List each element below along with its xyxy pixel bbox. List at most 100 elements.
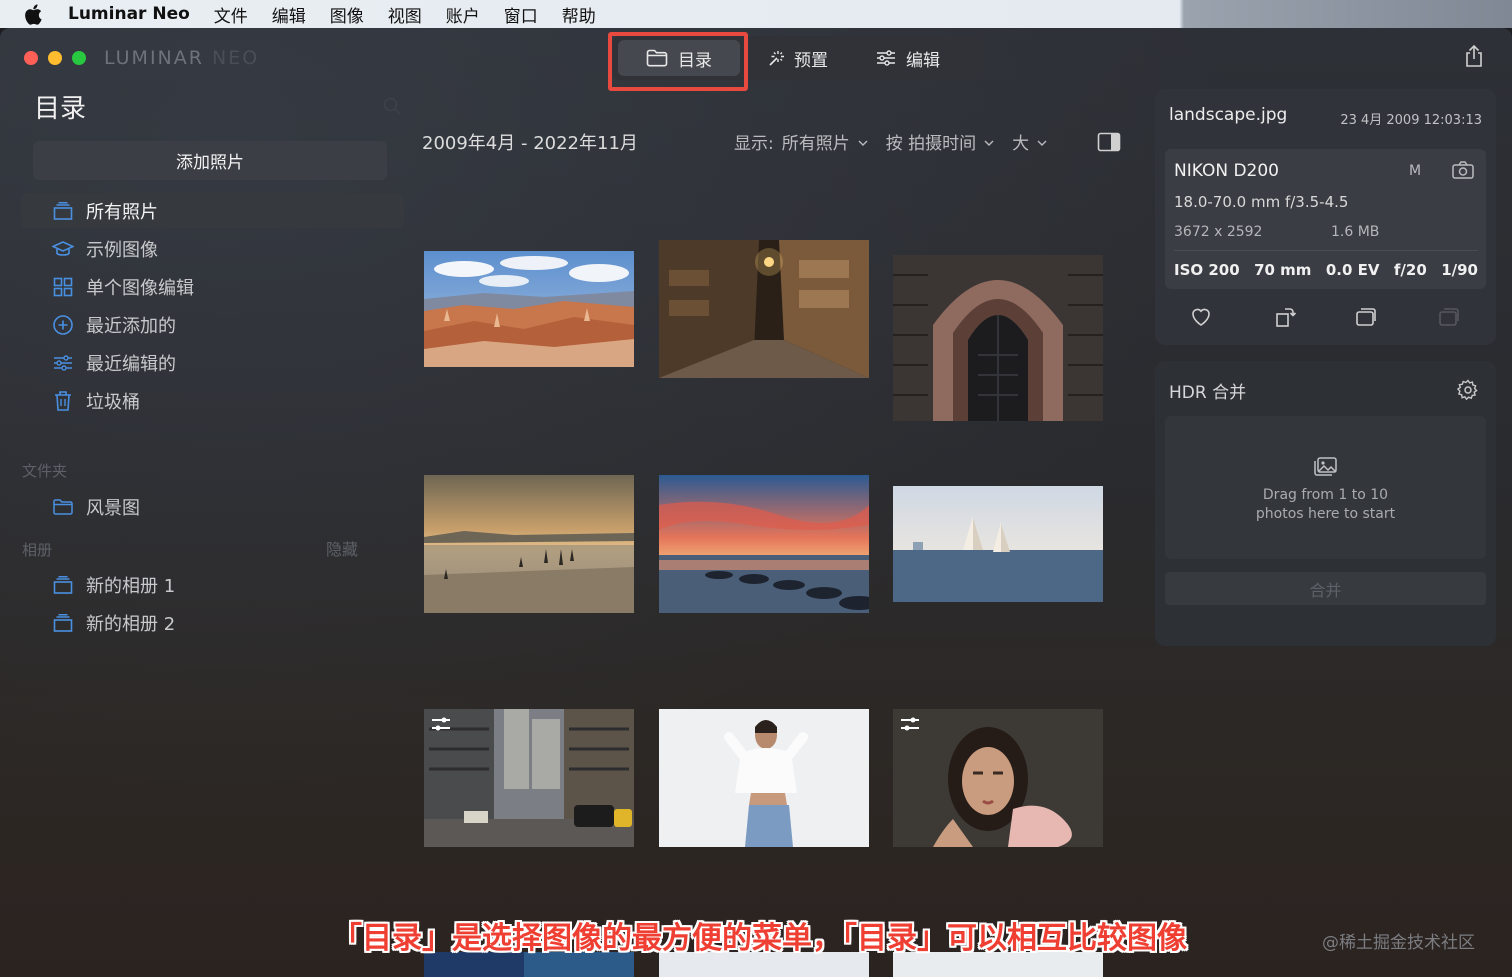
thumb-size-value: 大 xyxy=(1012,134,1030,154)
sort-value: 按 拍摄时间 xyxy=(885,134,977,154)
graduation-cap-icon xyxy=(52,238,74,260)
sidebar-album-1[interactable]: 新的相册 1 xyxy=(21,567,404,602)
folder-icon xyxy=(52,496,74,518)
tab-edit[interactable]: 编辑 xyxy=(858,40,958,76)
shutter-value: 1/90 xyxy=(1441,261,1478,279)
exposure-comp-value: 0.0 EV xyxy=(1325,261,1380,279)
exif-box: NIKON D200 M 18.0-70.0 mm f/3.5-4.5 3672… xyxy=(1165,149,1486,289)
iso-value: ISO 200 xyxy=(1174,261,1240,279)
thumbnail-sailboats[interactable] xyxy=(893,486,1103,602)
stack-icon xyxy=(52,200,74,222)
menu-file[interactable]: 文件 xyxy=(214,2,248,27)
folder-icon xyxy=(646,49,668,67)
file-datetime: 23 4月 2009 12:03:13 xyxy=(1340,113,1482,128)
file-name: landscape.jpg xyxy=(1169,105,1288,125)
sidebar-item-samples[interactable]: 示例图像 xyxy=(21,231,404,266)
sidebar-item-label: 最近编辑的 xyxy=(86,353,176,375)
thumbnail-landscape-canyon[interactable] xyxy=(424,251,634,367)
paste-icon[interactable] xyxy=(1437,305,1461,329)
thumbnail-portrait-woman-white[interactable] xyxy=(659,709,869,847)
apple-icon[interactable] xyxy=(24,2,48,26)
show-filter-dropdown[interactable]: 显示: 所有照片 xyxy=(734,129,868,154)
sidebar-folder-landscape[interactable]: 风景图 xyxy=(21,489,404,524)
thumbnail-city-street[interactable] xyxy=(424,709,634,847)
sidebar-item-label: 所有照片 xyxy=(86,201,158,223)
hdr-merge-panel: HDR 合并 Drag from 1 to 10 photos here to … xyxy=(1155,361,1496,646)
exposure-mode: M xyxy=(1409,163,1422,179)
zoom-window-button[interactable] xyxy=(72,51,86,65)
thumbnail-portrait-woman-dark[interactable] xyxy=(893,709,1103,847)
sidebar-album-2[interactable]: 新的相册 2 xyxy=(21,605,404,640)
sidebar-item-all-photos[interactable]: 所有照片 xyxy=(21,193,404,228)
copy-icon[interactable] xyxy=(1354,305,1378,329)
drop-hint-line-1: Drag from 1 to 10 xyxy=(1262,487,1389,503)
window-controls xyxy=(24,51,86,65)
sidebar-item-label: 示例图像 xyxy=(86,239,158,261)
sliders-icon xyxy=(52,352,74,374)
watermark: @稀土掘金技术社区 xyxy=(1322,933,1475,953)
gear-icon[interactable] xyxy=(1456,379,1479,401)
menu-account[interactable]: 账户 xyxy=(446,2,480,27)
heart-icon[interactable] xyxy=(1189,305,1213,329)
share-icon[interactable] xyxy=(1462,44,1486,68)
hdr-drop-zone[interactable]: Drag from 1 to 10 photos here to start xyxy=(1165,416,1486,559)
thumbnail-beach-sunset[interactable] xyxy=(424,475,634,613)
albums-hide-link[interactable]: 隐藏 xyxy=(326,536,358,560)
thumbnail-gothic-door[interactable] xyxy=(893,255,1103,421)
show-filter-label: 显示: xyxy=(734,134,774,154)
close-window-button[interactable] xyxy=(24,51,38,65)
exif-divider xyxy=(1174,250,1478,251)
menu-image[interactable]: 图像 xyxy=(330,2,364,27)
menu-window[interactable]: 窗口 xyxy=(504,2,538,27)
chevron-down-icon xyxy=(858,132,868,152)
menu-bar: Luminar Neo 文件 编辑 图像 视图 账户 窗口 帮助 xyxy=(0,0,1512,28)
thumb-size-dropdown[interactable]: 大 xyxy=(1012,129,1047,154)
lens-info: 18.0-70.0 mm f/3.5-4.5 xyxy=(1174,193,1349,211)
menu-help[interactable]: 帮助 xyxy=(562,2,596,27)
search-icon[interactable] xyxy=(382,96,402,116)
image-resolution: 3672 x 2592 xyxy=(1174,224,1263,240)
grid-icon xyxy=(52,276,74,298)
sidebar-item-label: 新的相册 1 xyxy=(86,575,176,597)
tutorial-caption: 「目录」是选择图像的最方便的菜单，「目录」可以相互比较图像 xyxy=(332,921,1187,956)
sidebar-item-single-edits[interactable]: 单个图像编辑 xyxy=(21,269,404,304)
tab-presets[interactable]: 预置 xyxy=(748,40,846,76)
focal-length-value: 70 mm xyxy=(1254,261,1312,279)
minimize-window-button[interactable] xyxy=(48,51,62,65)
app-window: LUMINAR NEO 目录 预置 编辑 目录 添加照片 所有照片 示例图像 单… xyxy=(0,28,1512,977)
albums-section-label: 相册 xyxy=(22,541,53,559)
tab-catalog-label: 目录 xyxy=(678,50,712,71)
menu-edit[interactable]: 编辑 xyxy=(272,2,306,27)
sort-dropdown[interactable]: 按 拍摄时间 xyxy=(886,129,994,154)
drop-hint-line-2: photos here to start xyxy=(1255,506,1396,522)
sidebar-item-label: 垃圾桶 xyxy=(86,391,140,413)
image-actions xyxy=(1155,305,1496,335)
edited-sliders-icon xyxy=(899,715,923,737)
magic-wand-icon xyxy=(766,49,784,67)
chevron-down-icon xyxy=(984,132,994,152)
rotate-icon[interactable] xyxy=(1273,305,1297,329)
merge-button[interactable]: 合并 xyxy=(1165,572,1486,605)
sidebar-title: 目录 xyxy=(34,94,87,124)
thumbnail-night-street[interactable] xyxy=(659,240,869,378)
camera-model: NIKON D200 xyxy=(1174,161,1279,181)
tab-catalog[interactable]: 目录 xyxy=(618,40,740,76)
mode-switcher: 目录 预置 编辑 xyxy=(612,36,982,80)
chevron-down-icon xyxy=(1037,132,1047,152)
sidebar-item-trash[interactable]: 垃圾桶 xyxy=(21,383,404,418)
image-info-panel: landscape.jpg 23 4月 2009 12:03:13 NIKON … xyxy=(1155,89,1496,345)
drop-hint: Drag from 1 to 10 photos here to start xyxy=(1165,486,1486,524)
sliders-icon xyxy=(876,50,896,66)
menu-view[interactable]: 视图 xyxy=(388,2,422,27)
date-range-title: 2009年4月 - 2022年11月 xyxy=(422,133,638,154)
sidebar-item-recently-added[interactable]: 最近添加的 xyxy=(21,307,404,342)
edited-sliders-icon xyxy=(430,715,454,737)
tab-presets-label: 预置 xyxy=(794,50,828,71)
hdr-title: HDR 合并 xyxy=(1169,383,1247,403)
add-photos-button[interactable]: 添加照片 xyxy=(33,141,387,180)
panel-toggle-icon[interactable] xyxy=(1097,132,1121,152)
thumbnail-sunset-rocks[interactable] xyxy=(659,475,869,613)
menu-app-name[interactable]: Luminar Neo xyxy=(68,4,190,24)
sidebar-item-recently-edited[interactable]: 最近编辑的 xyxy=(21,345,404,380)
folders-section-label: 文件夹 xyxy=(22,462,68,480)
